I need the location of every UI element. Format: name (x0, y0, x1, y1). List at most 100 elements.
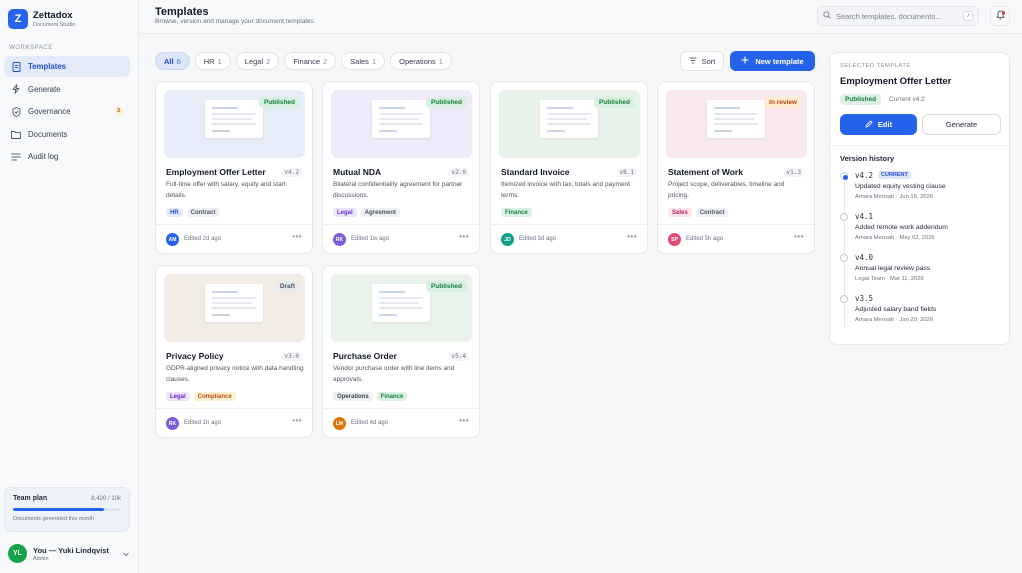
edited-time: Edited 1w ago (351, 236, 390, 242)
tag-list: Sales Contract (668, 208, 732, 217)
tag[interactable]: Contract (695, 208, 729, 217)
template-version: v8.1 (616, 168, 637, 177)
template-card[interactable]: Published Standard Invoice v8.1 Itemized… (490, 81, 648, 254)
tag-list: Legal Agreement (333, 208, 404, 217)
tag[interactable]: Legal (166, 392, 190, 401)
chip-count: 2 (266, 56, 271, 66)
avatar: SP (668, 233, 681, 246)
template-version: v3.0 (281, 352, 302, 361)
chevron-down-icon[interactable] (122, 550, 130, 558)
sidebar-item-generate[interactable]: Generate (4, 79, 130, 100)
status-badge: Published (425, 97, 467, 108)
tag[interactable]: Legal (333, 208, 357, 217)
sidebar-nav: Templates Generate Governance 3 Document… (4, 56, 130, 169)
generate-label: Generate (945, 120, 978, 129)
avatar: JD (501, 233, 514, 246)
top-bar: Templates Browse, version and manage you… (139, 0, 1022, 34)
status-badge: Published (840, 94, 882, 105)
chip-count: 1 (217, 56, 222, 66)
search-input[interactable] (836, 11, 964, 21)
avatar: RK (333, 233, 346, 246)
version-number: v3.5 (855, 294, 874, 303)
template-title: Statement of Work (668, 167, 743, 177)
template-card[interactable]: Published Purchase Order v5.4 Vendor pur… (322, 265, 480, 438)
version-meta: Amara Mensah · Jun 18, 2026 (855, 194, 933, 200)
panel-title: Employment Offer Letter (840, 76, 952, 87)
version-number: v4.1 (855, 212, 874, 221)
tag[interactable]: Finance (501, 208, 532, 217)
team-plan-card: Team plan 8,420 / 10k Documents generate… (4, 487, 130, 532)
more-options-icon[interactable]: ••• (459, 416, 469, 425)
sort-icon (689, 57, 697, 66)
timeline-line (844, 177, 845, 327)
tag[interactable]: Sales (668, 208, 692, 217)
filter-chip-operations[interactable]: Operations 1 (390, 52, 452, 70)
generate-button[interactable]: Generate (922, 114, 1001, 135)
governance-count-badge: 3 (113, 106, 123, 115)
chip-label: Finance (293, 56, 320, 66)
document-preview (707, 100, 765, 138)
template-card[interactable]: In review Statement of Work v1.3 Project… (657, 81, 815, 254)
search-box[interactable]: / (817, 6, 979, 26)
sidebar-item-audit-log[interactable]: Audit log (4, 146, 130, 167)
filter-chip-legal[interactable]: Legal 2 (235, 52, 280, 70)
version-history-title: Version history (840, 154, 895, 163)
status-badge: Published (425, 281, 467, 292)
document-preview (205, 284, 263, 322)
sidebar: Z Zettadox Document Studio WORKSPACE Tem… (0, 0, 139, 573)
card-divider (156, 224, 312, 225)
card-divider (323, 408, 479, 409)
folder-icon (11, 129, 21, 139)
bolt-icon (11, 84, 21, 94)
filter-chip-sales[interactable]: Sales 1 (341, 52, 386, 70)
tag[interactable]: Agreement (360, 208, 401, 217)
tag[interactable]: Finance (376, 392, 408, 401)
avatar: YL (8, 544, 27, 563)
filter-chip-hr[interactable]: HR 1 (194, 52, 231, 70)
edited-time: Edited 1h ago (184, 420, 222, 426)
template-title: Purchase Order (333, 351, 397, 361)
version-description: Adjusted salary band fields (855, 306, 937, 313)
plan-usage-count: 8,420 / 10k (91, 495, 121, 502)
template-version: v1.3 (783, 168, 804, 177)
template-version: v4.2 (281, 168, 302, 177)
new-template-button[interactable]: New template (730, 51, 815, 71)
tag[interactable]: Operations (333, 392, 373, 401)
brand[interactable]: Z Zettadox Document Studio (8, 9, 75, 29)
sidebar-item-label: Governance (28, 107, 71, 116)
selected-template-panel: SELECTED TEMPLATE Employment Offer Lette… (829, 52, 1010, 345)
more-options-icon[interactable]: ••• (292, 416, 302, 425)
notifications-button[interactable] (990, 6, 1010, 26)
card-divider (658, 224, 814, 225)
sort-button[interactable]: Sort (680, 51, 724, 71)
sidebar-item-documents[interactable]: Documents (4, 124, 130, 145)
edited-time: Edited 3d ago (519, 236, 557, 242)
template-title: Privacy Policy (166, 351, 224, 361)
plan-usage-bar (13, 508, 121, 511)
tag[interactable]: HR (166, 208, 183, 217)
edit-button[interactable]: Edit (840, 114, 917, 135)
more-options-icon[interactable]: ••• (459, 232, 469, 241)
more-options-icon[interactable]: ••• (794, 232, 804, 241)
tag[interactable]: Compliance (193, 392, 236, 401)
filter-chip-all[interactable]: All 6 (155, 52, 190, 70)
template-card[interactable]: Draft Privacy Policy v3.0 GDPR-aligned p… (155, 265, 313, 438)
chip-count: 2 (323, 56, 328, 66)
sidebar-item-governance[interactable]: Governance 3 (4, 101, 130, 122)
file-icon (11, 61, 21, 72)
document-preview (540, 100, 598, 138)
filter-chip-finance[interactable]: Finance 2 (284, 52, 337, 70)
chip-label: Sales (350, 56, 369, 66)
tag[interactable]: Contract (186, 208, 220, 217)
plus-icon (741, 56, 749, 66)
template-card[interactable]: Published Mutual NDA v2.0 Bilateral conf… (322, 81, 480, 254)
sidebar-item-templates[interactable]: Templates (4, 56, 130, 77)
version-meta: Amara Mensah · Jan 20, 2026 (855, 317, 933, 323)
template-card[interactable]: Published Employment Offer Letter v4.2 F… (155, 81, 313, 254)
app-subtitle: Document Studio (33, 22, 76, 28)
more-options-icon[interactable]: ••• (627, 232, 637, 241)
plan-subtitle: Documents generated this month (13, 516, 95, 522)
document-preview (372, 100, 430, 138)
user-menu[interactable]: YL You — Yuki Lindqvist Admin (8, 544, 130, 563)
more-options-icon[interactable]: ••• (292, 232, 302, 241)
